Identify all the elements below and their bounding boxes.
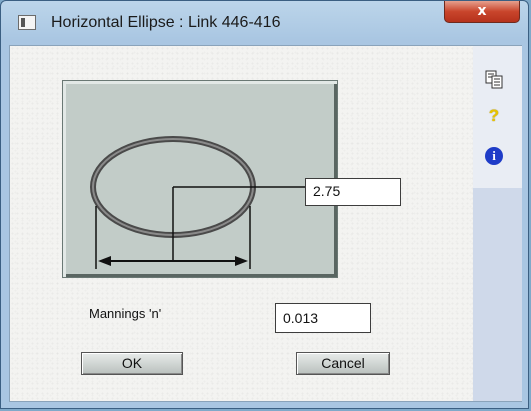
copy-icon[interactable] [484, 70, 504, 90]
dialog-client-area: ? i 2.75 Mannings 'n' 0.013 OK Cancel [9, 45, 522, 402]
app-icon [18, 15, 36, 30]
side-toolbar-lower-panel [473, 188, 522, 401]
cancel-button[interactable]: Cancel [296, 352, 390, 375]
ellipse-diagram [62, 80, 338, 278]
title-bar[interactable]: Horizontal Ellipse : Link 446-416 x [1, 1, 528, 45]
width-input[interactable]: 2.75 [305, 178, 401, 206]
ok-button[interactable]: OK [81, 352, 183, 375]
ellipse-diagram-graphic [90, 136, 307, 269]
help-icon[interactable]: ? [484, 106, 504, 126]
close-button[interactable]: x [444, 1, 520, 23]
mannings-input[interactable]: 0.013 [275, 303, 371, 333]
dialog-window: Horizontal Ellipse : Link 446-416 x ? i [0, 0, 529, 409]
info-icon[interactable]: i [485, 147, 503, 165]
mannings-label: Mannings 'n' [89, 306, 162, 321]
window-title: Horizontal Ellipse : Link 446-416 [51, 14, 281, 31]
dimension-arrow-left [98, 256, 111, 266]
dimension-arrow-right [235, 256, 248, 266]
